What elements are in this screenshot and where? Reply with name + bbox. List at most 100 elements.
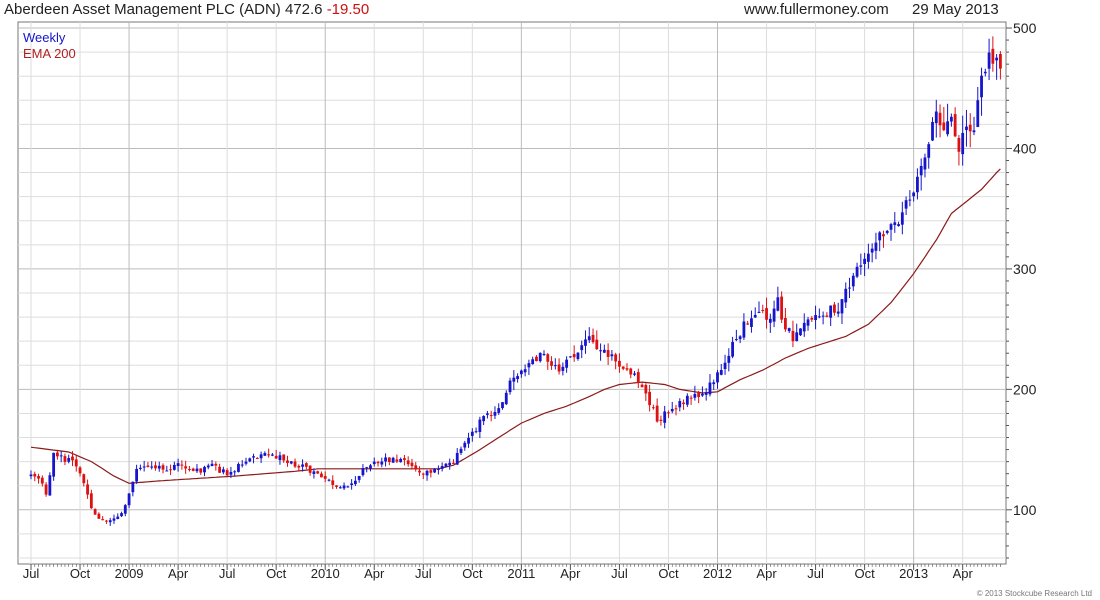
- candle-body: [712, 382, 716, 385]
- candle-body: [531, 359, 535, 365]
- candle-body: [999, 54, 1002, 69]
- candle-body: [357, 475, 361, 480]
- candle-body: [961, 132, 965, 155]
- candle-body: [753, 314, 757, 318]
- candle-body: [369, 465, 372, 469]
- candle-body: [587, 336, 591, 341]
- candle-body: [523, 369, 527, 373]
- candle-body: [591, 334, 595, 343]
- candle-body: [429, 470, 433, 473]
- candle-body: [501, 402, 504, 409]
- candle-body: [821, 315, 825, 317]
- candle-body: [806, 319, 810, 326]
- x-tick-label: Jul: [611, 566, 628, 581]
- candle-body: [248, 458, 252, 462]
- candle-body: [904, 200, 908, 209]
- candle-body: [444, 463, 448, 467]
- candle-body: [610, 354, 614, 357]
- candle-body: [271, 454, 274, 456]
- candle-body: [866, 253, 870, 262]
- candle-body: [874, 242, 878, 251]
- x-tick-label: Jul: [807, 566, 824, 581]
- candle-body: [919, 165, 923, 176]
- candle-body: [599, 350, 602, 352]
- candle-body: [927, 144, 931, 158]
- candle-body: [614, 354, 618, 362]
- candle-body: [497, 408, 501, 413]
- candle-body: [516, 376, 519, 380]
- candle-body: [561, 366, 565, 371]
- candle-body: [425, 470, 429, 476]
- candle-body: [308, 465, 312, 473]
- candle-body: [214, 463, 218, 466]
- candle-body: [131, 481, 135, 493]
- candles: [29, 36, 1002, 526]
- candle-body: [470, 431, 474, 436]
- candle-body: [855, 266, 859, 277]
- candle-body: [897, 224, 900, 226]
- candle-body: [188, 469, 191, 471]
- candle-body: [983, 71, 987, 74]
- candle-body: [304, 463, 308, 467]
- candle-body: [278, 455, 282, 461]
- candle-body: [731, 341, 734, 357]
- candle-body: [987, 52, 991, 69]
- y-tick-label: 100: [1013, 502, 1037, 518]
- candle-body: [576, 352, 580, 360]
- candle-body: [685, 395, 689, 405]
- candle-body: [433, 468, 437, 473]
- candle-body: [550, 361, 553, 366]
- y-tick-label: 300: [1013, 261, 1037, 277]
- x-tick-label: Oct: [266, 566, 287, 581]
- candle-body: [399, 459, 403, 463]
- y-tick-label: 400: [1013, 140, 1037, 156]
- candle-body: [120, 513, 123, 517]
- candle-body: [191, 468, 195, 471]
- candle-body: [436, 468, 440, 470]
- candle-body: [203, 466, 206, 473]
- x-tick-label: 2013: [899, 566, 928, 581]
- candle-body: [376, 461, 380, 464]
- candle-body: [391, 457, 395, 463]
- candle-body: [893, 222, 897, 226]
- candle-body: [802, 322, 806, 332]
- candle-body: [221, 469, 225, 473]
- candle-body: [353, 480, 357, 485]
- candle-body: [301, 464, 304, 467]
- candle-body: [991, 48, 995, 64]
- candle-body: [972, 130, 976, 133]
- x-axis: Jul Oct 2009 Apr Jul Oct 2010 Apr Jul Oct 2011 Apr J…: [23, 564, 1001, 581]
- candle-body: [229, 471, 233, 475]
- candle-body: [659, 419, 663, 422]
- candle-body: [82, 474, 86, 484]
- price-chart: 100 200 300 400 500 Jul Oct 2009 Apr Jul Oct 2010 A…: [17, 20, 1037, 581]
- candle-body: [538, 352, 542, 362]
- candle-body: [859, 265, 863, 267]
- candle-body: [727, 355, 731, 363]
- candle-body: [825, 315, 829, 317]
- y-axis: 100 200 300 400 500: [1006, 20, 1037, 559]
- candle-body: [150, 466, 154, 468]
- candle-body: [112, 518, 116, 521]
- candle-body: [636, 372, 640, 383]
- candle-body: [633, 373, 636, 375]
- x-tick-label: 2011: [507, 566, 535, 581]
- candle-body: [206, 465, 210, 468]
- candle-body: [738, 336, 742, 340]
- candle-body: [180, 464, 184, 466]
- x-tick-label: Apr: [560, 566, 581, 581]
- candle-body: [734, 339, 738, 341]
- candle-body: [795, 332, 799, 342]
- candle-body: [138, 467, 142, 469]
- candle-body: [553, 365, 557, 367]
- candle-body: [195, 468, 199, 472]
- candle-body: [651, 407, 655, 409]
- legend-ema: EMA 200: [23, 46, 76, 61]
- candle-body: [810, 318, 814, 320]
- candle-body: [512, 377, 516, 382]
- candle-body: [942, 122, 946, 131]
- candle-body: [418, 470, 421, 473]
- candle-body: [746, 323, 750, 325]
- candle-body: [37, 476, 40, 479]
- candle-body: [693, 393, 697, 398]
